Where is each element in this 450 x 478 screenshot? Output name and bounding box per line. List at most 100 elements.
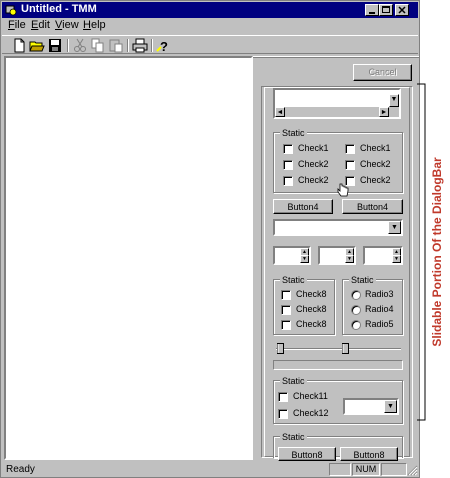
minimize-icon	[369, 12, 375, 14]
dropdown-arrow[interactable]: ▼	[384, 400, 397, 413]
scroll-left-arrow[interactable]: ◄	[275, 107, 285, 117]
checkbox[interactable]	[283, 160, 293, 170]
toolbar: ?	[2, 35, 418, 54]
close-button[interactable]	[395, 4, 409, 16]
help-icon[interactable]: ?	[155, 38, 171, 53]
group-box-4: Static Check11 Check12 ▼	[273, 376, 403, 424]
group-box-label: Static	[280, 432, 307, 442]
spin-edit-3[interactable]: ▲ ▼	[363, 246, 403, 265]
radio-button[interactable]	[351, 320, 361, 330]
scroll-down-arrow[interactable]: ▼	[389, 94, 399, 107]
resize-grip-icon[interactable]	[407, 465, 418, 476]
checkbox[interactable]	[281, 320, 291, 330]
toolbar-separator	[151, 39, 153, 52]
annotation: Slidable Portion Of the DialogBar	[415, 82, 450, 422]
group-box-3: Static Radio3 Radio4 Radio5	[342, 275, 403, 335]
checkbox-label: Check8	[296, 319, 327, 329]
status-bar: Ready NUM	[2, 461, 418, 478]
status-pane-caps	[329, 463, 351, 476]
checkbox[interactable]	[345, 144, 355, 154]
status-pane-num: NUM	[352, 463, 380, 476]
slidable-panel: ◄ ► ▼ Static Check1 Check2 Check2 Check1	[261, 86, 413, 461]
radio-button[interactable]	[351, 290, 361, 300]
checkbox-label: Check8	[296, 289, 327, 299]
app-icon	[5, 5, 17, 16]
print-icon[interactable]	[132, 38, 148, 53]
radio-label: Radio4	[365, 304, 394, 314]
slider-thumb-2[interactable]	[342, 343, 350, 354]
checkbox-label: Check2	[360, 159, 391, 169]
menu-bar: File Edit View Help	[2, 18, 418, 34]
radio-label: Radio5	[365, 319, 394, 329]
window-title: Untitled - TMM	[21, 3, 97, 15]
copy-icon[interactable]	[90, 38, 106, 53]
button4-left[interactable]: Button4	[273, 199, 333, 214]
scroll-right-arrow[interactable]: ►	[379, 107, 389, 117]
checkbox-label: Check1	[298, 143, 329, 153]
group-box-2: Static Check8 Check8 Check8	[273, 275, 335, 335]
checkbox-label: Check11	[293, 391, 328, 401]
menu-view[interactable]: View	[55, 19, 79, 31]
checkbox-label: Check12	[293, 408, 329, 418]
group-box-label: Static	[280, 376, 307, 386]
list-box[interactable]: ◄ ► ▼	[273, 88, 401, 119]
button4-right[interactable]: Button4	[342, 199, 403, 214]
spin-down-arrow[interactable]: ▼	[345, 255, 354, 263]
combo-box[interactable]: ▼	[273, 219, 403, 236]
hand-cursor-icon	[337, 183, 349, 197]
toolbar-separator	[67, 39, 69, 52]
main-window: Untitled - TMM File Edit View Help ? Can…	[0, 0, 420, 478]
checkbox-label: Check2	[298, 159, 329, 169]
radio-label: Radio3	[365, 289, 394, 299]
close-icon	[398, 6, 406, 14]
spin-down-arrow[interactable]: ▼	[300, 255, 309, 263]
status-text: Ready	[6, 464, 35, 475]
radio-button[interactable]	[351, 305, 361, 315]
progress-bar	[273, 360, 403, 370]
dropdown-arrow[interactable]: ▼	[388, 221, 401, 234]
checkbox[interactable]	[281, 290, 291, 300]
slider-thumb-1[interactable]	[277, 343, 285, 354]
dialog-bar: Cancel ◄ ► ▼ Static Check1 Check2 Check2…	[253, 56, 419, 461]
menu-help[interactable]: Help	[83, 19, 106, 31]
maximize-button[interactable]	[379, 4, 393, 16]
checkbox[interactable]	[283, 176, 293, 186]
slider-track[interactable]	[276, 348, 401, 350]
svg-text:?: ?	[160, 39, 168, 53]
toolbar-separator	[127, 39, 129, 52]
slidable-panel-inner: ◄ ► ▼ Static Check1 Check2 Check2 Check1	[264, 87, 410, 461]
group-box-5: Static Button8 Button8	[273, 432, 403, 461]
document-view[interactable]	[4, 56, 253, 460]
spin-edit-2[interactable]: ▲ ▼	[318, 246, 356, 265]
status-pane-scroll	[381, 463, 407, 476]
checkbox-label: Check2	[360, 175, 391, 185]
save-icon[interactable]	[47, 38, 63, 53]
menu-edit[interactable]: Edit	[31, 19, 50, 31]
spin-edit-1[interactable]: ▲ ▼	[273, 246, 311, 265]
spin-down-arrow[interactable]: ▼	[392, 255, 401, 263]
open-icon[interactable]	[29, 38, 45, 53]
minimize-button[interactable]	[365, 4, 379, 16]
maximize-icon	[382, 6, 390, 13]
group-box-1: Static Check1 Check2 Check2 Check1 Check…	[273, 128, 403, 197]
new-icon[interactable]	[11, 38, 27, 53]
menu-file[interactable]: File	[8, 19, 26, 31]
horizontal-scrollbar[interactable]: ◄ ►	[275, 107, 399, 117]
button8-left[interactable]: Button8	[278, 447, 336, 461]
checkbox[interactable]	[281, 305, 291, 315]
group-box-label: Static	[280, 275, 307, 285]
cancel-button[interactable]: Cancel	[353, 64, 412, 81]
cut-icon[interactable]	[72, 38, 88, 53]
checkbox[interactable]	[345, 160, 355, 170]
title-bar[interactable]: Untitled - TMM	[2, 2, 418, 18]
checkbox[interactable]	[278, 392, 288, 402]
dialogbar-gripper[interactable]	[253, 56, 419, 58]
button8-right[interactable]: Button8	[340, 447, 398, 461]
checkbox[interactable]	[278, 409, 288, 419]
paste-icon[interactable]	[108, 38, 124, 53]
checkbox-label: Check8	[296, 304, 327, 314]
checkbox-label: Check1	[360, 143, 391, 153]
checkbox[interactable]	[283, 144, 293, 154]
small-combo-box[interactable]: ▼	[343, 398, 399, 415]
annotation-label: Slidable Portion Of the DialogBar	[430, 157, 444, 347]
